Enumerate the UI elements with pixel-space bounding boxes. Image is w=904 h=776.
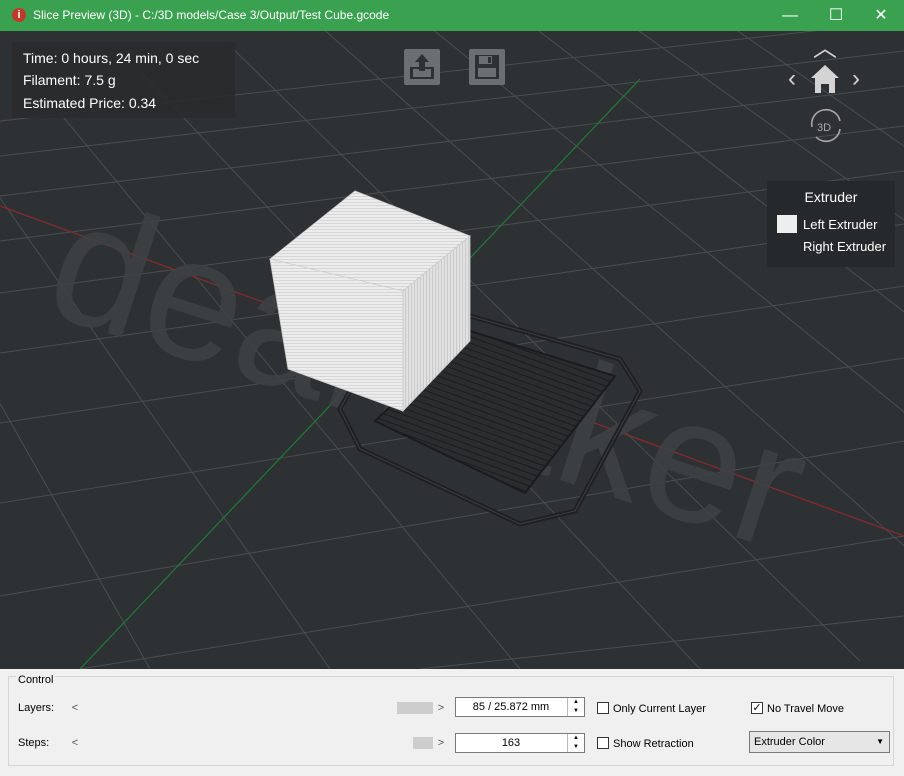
app-icon: i (12, 8, 26, 22)
print-info-panel: Time: 0 hours, 24 min, 0 sec Filament: 7… (12, 42, 235, 118)
color-mode-value[interactable]: Extruder Color (754, 732, 825, 752)
home-icon[interactable] (809, 64, 841, 94)
layers-slider-thumb[interactable] (397, 702, 433, 714)
layers-right-arrow[interactable]: > (436, 701, 446, 715)
legend-right-extruder: Right Extruder (803, 239, 887, 254)
steps-slider-thumb[interactable] (413, 737, 433, 749)
steps-spinbox[interactable]: 163 ▲ ▼ (455, 733, 585, 753)
nav-up-icon[interactable]: ︿ (813, 37, 837, 61)
scene-canvas[interactable]: deamaker (0, 31, 904, 669)
steps-label: Steps: (18, 737, 50, 749)
checkmark-icon: ✓ (752, 702, 762, 714)
legend-left-extruder: Left Extruder (803, 217, 878, 232)
save-button[interactable] (469, 49, 505, 85)
layers-spin-up[interactable]: ▲ (568, 698, 584, 707)
save-icon (475, 55, 499, 79)
show-retraction-checkbox[interactable] (597, 737, 609, 749)
steps-value[interactable]: 163 (456, 734, 566, 752)
rotate-3d-icon[interactable]: 3D (806, 107, 846, 143)
left-extruder-swatch (777, 215, 797, 233)
only-current-layer-label[interactable]: Only Current Layer (613, 703, 706, 715)
view-mode-label: 3D (817, 122, 831, 134)
show-retraction-label[interactable]: Show Retraction (613, 738, 694, 750)
3d-viewport[interactable]: deamaker Time: 0 hours, 24 min, 0 sec Fi… (0, 31, 904, 669)
minimize-button[interactable]: — (767, 0, 813, 31)
steps-right-arrow[interactable]: > (436, 736, 446, 750)
maximize-button[interactable]: ☐ (813, 0, 859, 31)
layers-spin-buttons[interactable]: ▲ ▼ (567, 698, 584, 716)
steps-spin-buttons[interactable]: ▲ ▼ (567, 734, 584, 752)
nav-right-icon[interactable]: › (846, 67, 866, 91)
no-travel-move-checkbox[interactable]: ✓ (751, 702, 763, 714)
layers-left-arrow[interactable]: < (70, 701, 80, 715)
nav-left-icon[interactable]: ‹ (782, 67, 802, 91)
only-current-layer-checkbox[interactable] (597, 702, 609, 714)
window-titlebar: i Slice Preview (3D) - C:/3D models/Case… (0, 0, 904, 31)
right-extruder-swatch (777, 237, 797, 255)
no-travel-move-label[interactable]: No Travel Move (767, 703, 844, 715)
export-button[interactable] (404, 49, 440, 85)
legend-title: Extruder (804, 189, 858, 205)
layers-value[interactable]: 85 / 25.872 mm (456, 698, 566, 716)
color-mode-dropdown[interactable]: Extruder Color ▼ (749, 731, 890, 753)
steps-spin-down[interactable]: ▼ (568, 743, 584, 752)
control-group-title: Control (16, 674, 56, 686)
layers-spin-down[interactable]: ▼ (568, 707, 584, 716)
control-panel: Control Layers: < > 85 / 25.872 mm ▲ ▼ S… (0, 669, 904, 776)
layers-label: Layers: (18, 702, 55, 714)
extruder-legend: Extruder Left Extruder Right Extruder (767, 181, 895, 267)
steps-spin-up[interactable]: ▲ (568, 734, 584, 743)
print-time: Time: 0 hours, 24 min, 0 sec (23, 50, 200, 66)
layers-slider[interactable]: < > (70, 701, 446, 715)
layers-spinbox[interactable]: 85 / 25.872 mm ▲ ▼ (455, 697, 585, 717)
upload-icon (410, 54, 434, 79)
steps-left-arrow[interactable]: < (70, 736, 80, 750)
estimated-price: Estimated Price: 0.34 (23, 95, 157, 111)
chevron-down-icon[interactable]: ▼ (876, 732, 884, 752)
window-title: Slice Preview (3D) - C:/3D models/Case 3… (33, 8, 390, 22)
steps-slider[interactable]: < > (70, 736, 446, 750)
filament-weight: Filament: 7.5 g (23, 72, 116, 88)
close-button[interactable]: ✕ (858, 0, 904, 31)
